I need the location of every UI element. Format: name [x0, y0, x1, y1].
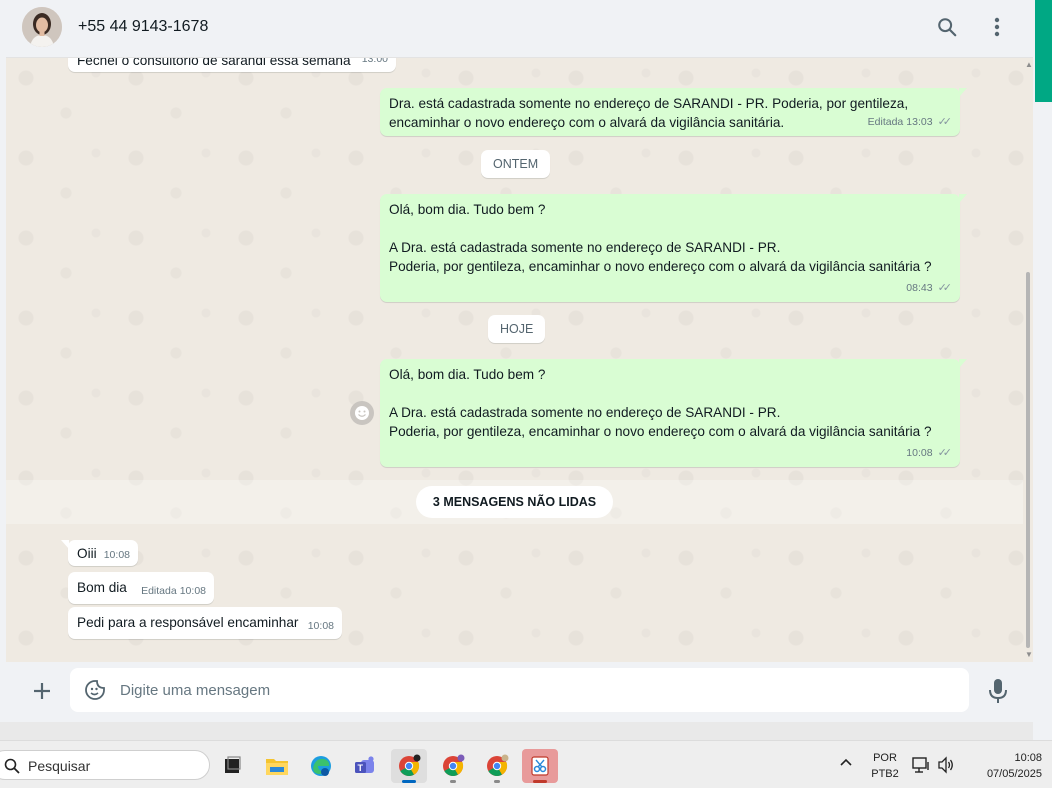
message-time: 10:08 — [307, 620, 334, 632]
message-time: 13:03 — [906, 116, 933, 128]
taskbar-search[interactable]: Pesquisar — [0, 750, 210, 780]
message-text: Pedi para a responsável encaminhar — [77, 615, 299, 630]
system-clock[interactable]: 10:08 07/05/2025 — [966, 750, 1042, 782]
taskbar-search-label: Pesquisar — [28, 758, 91, 774]
scroll-down-arrow-icon[interactable]: ▼ — [1025, 650, 1033, 659]
network-icon[interactable] — [912, 756, 932, 779]
windows-taskbar: Pesquisar T POR PTB2 10:08 07/05/2025 — [0, 740, 1052, 788]
message-input[interactable] — [120, 668, 950, 712]
whatsapp-chat-window: +55 44 9143-1678 Fechei o consultório de… — [6, 0, 1033, 722]
message-text: Olá, bom dia. Tudo bem ? A Dra. está cad… — [389, 202, 932, 274]
message-incoming[interactable]: Bom dia Editada 10:08 — [68, 572, 214, 604]
contact-avatar[interactable] — [22, 7, 62, 47]
emoji-reaction-icon[interactable] — [350, 401, 374, 425]
input-language[interactable]: POR PTB2 — [866, 750, 904, 782]
edge-icon[interactable] — [303, 749, 339, 783]
message-list[interactable]: Fechei o consultório de sarandi essa sem… — [6, 58, 1033, 662]
chrome-icon[interactable] — [391, 749, 427, 783]
edited-label: Editada — [141, 585, 177, 597]
accent-bar — [1035, 0, 1052, 102]
clock-time: 10:08 — [1014, 752, 1042, 764]
message-time: 13:00 — [361, 58, 388, 65]
open-app-indicator — [450, 780, 456, 783]
chat-header: +55 44 9143-1678 — [6, 0, 1033, 58]
attach-plus-button[interactable] — [28, 677, 56, 705]
snipping-tool-icon[interactable] — [522, 749, 558, 783]
keyboard-layout-label: PTB2 — [871, 768, 899, 780]
sticker-icon[interactable] — [84, 679, 106, 701]
unread-messages-chip: 3 MENSAGENS NÃO LIDAS — [416, 486, 613, 518]
message-outgoing[interactable]: Olá, bom dia. Tudo bem ? A Dra. está cad… — [380, 194, 967, 302]
contact-name[interactable]: +55 44 9143-1678 — [78, 18, 208, 36]
menu-dots-icon[interactable] — [984, 14, 1010, 40]
scrollbar-thumb[interactable] — [1026, 272, 1030, 648]
message-text: Olá, bom dia. Tudo bem ? A Dra. está cad… — [389, 367, 932, 439]
double-check-icon: ✓✓ — [937, 447, 953, 459]
file-explorer-icon[interactable] — [259, 749, 295, 783]
date-chip-yesterday: ONTEM — [481, 150, 551, 178]
chat-scrollbar[interactable]: ▲ ▼ — [1023, 58, 1033, 662]
date-chip-today: HOJE — [488, 315, 546, 343]
message-time: 10:08 — [103, 549, 130, 561]
message-composer[interactable] — [70, 668, 969, 712]
message-time: 10:08 — [179, 585, 206, 597]
double-check-icon: ✓✓ — [937, 282, 953, 294]
message-incoming[interactable]: Pedi para a responsável encaminhar 10:08 — [68, 607, 342, 639]
scroll-up-arrow-icon[interactable]: ▲ — [1025, 60, 1033, 69]
composer-bar — [6, 662, 1033, 722]
double-check-icon: ✓✓ — [937, 116, 953, 128]
message-time: 08:43 — [906, 282, 933, 294]
volume-icon[interactable] — [937, 756, 955, 779]
message-outgoing[interactable]: Dra. está cadastrada somente no endereço… — [380, 88, 967, 136]
chevron-up-icon[interactable] — [838, 755, 854, 776]
open-app-indicator — [533, 780, 547, 783]
chrome-icon[interactable] — [435, 749, 471, 783]
clock-date: 07/05/2025 — [986, 768, 1042, 780]
microphone-icon[interactable] — [987, 678, 1009, 704]
search-icon — [4, 758, 20, 774]
window-right-edge — [1033, 0, 1052, 740]
message-outgoing[interactable]: Olá, bom dia. Tudo bem ? A Dra. está cad… — [380, 359, 967, 467]
message-incoming[interactable]: Oiii 10:08 — [61, 540, 138, 566]
active-app-indicator — [402, 780, 416, 783]
language-label: POR — [873, 752, 897, 764]
message-time: 10:08 — [906, 447, 933, 459]
message-incoming[interactable]: Fechei o consultório de sarandi essa sem… — [68, 58, 396, 72]
task-view-icon[interactable] — [214, 749, 250, 783]
svg-text:T: T — [358, 763, 364, 773]
edited-label: Editada — [867, 116, 904, 128]
teams-icon[interactable]: T — [347, 749, 383, 783]
open-app-indicator — [494, 780, 500, 783]
chrome-icon[interactable] — [479, 749, 515, 783]
message-text: Fechei o consultório de sarandi essa sem… — [77, 58, 351, 68]
search-icon[interactable] — [934, 14, 960, 40]
